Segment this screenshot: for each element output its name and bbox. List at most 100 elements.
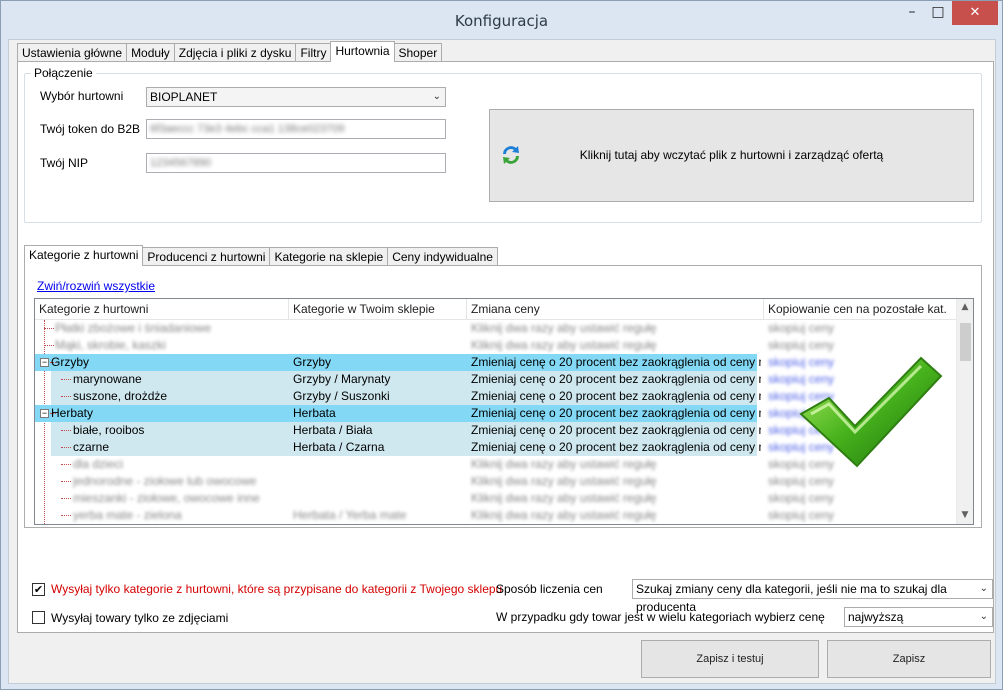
close-button[interactable]: ✕ (952, 1, 998, 25)
cell-shop-category: Grzyby (293, 355, 332, 369)
multi-category-select[interactable]: najwyższą ⌄ (844, 607, 993, 627)
nip-label: Twój NIP (40, 156, 89, 170)
cell-copy-prices[interactable]: skopiuj ceny (768, 490, 953, 507)
scroll-thumb[interactable] (960, 323, 971, 361)
cell-price-rule[interactable]: Zmieniaj cenę o 20 procent bez zaokrągle… (471, 354, 761, 371)
cell-price-rule[interactable]: Kliknij dwa razy aby ustawić regułę (471, 490, 761, 507)
tab-zdjecia[interactable]: Zdjęcia i pliki z dysku (173, 43, 297, 62)
window-title: Konfiguracja (454, 12, 549, 30)
table-row[interactable]: jednorodne - ziołowe lub owocowe Kliknij … (35, 473, 957, 490)
collapse-expand-link[interactable]: Zwiń/rozwiń wszystkie (37, 279, 155, 293)
nip-field[interactable]: 1234567890 (146, 153, 446, 173)
column-header-kopiowanie-cen[interactable]: Kopiowanie cen na pozostałe kat. (764, 299, 957, 320)
cell-shop-category (293, 320, 467, 337)
scroll-down-arrow-icon[interactable]: ▼ (957, 507, 973, 524)
token-value: 6f3aeccc 73e3 4ebc cca1 138ce023709 (150, 123, 345, 135)
tree-connector (61, 498, 71, 499)
scroll-up-arrow-icon[interactable]: ▲ (957, 299, 973, 316)
tab-producenci-z-hurtowni[interactable]: Producenci z hurtowni (142, 247, 271, 266)
cell-shop-category: Grzyby / Suszonki (293, 389, 390, 403)
table-row[interactable]: Mąki, skrobie, kaszki Kliknij dwa razy ab… (35, 337, 957, 354)
hurtownia-tab-page: Połączenie Wybór hurtowni BIOPLANET ⌄ Tw… (17, 61, 994, 633)
cell-price-rule[interactable]: Zmieniaj cenę o 20 procent bez zaokrągle… (471, 371, 761, 388)
collapse-icon[interactable]: − (40, 409, 49, 418)
token-label: Twój token do B2B (40, 122, 141, 136)
cell-price-rule[interactable]: Zmieniaj cenę o 20 procent bez zaokrągle… (471, 439, 761, 456)
chevron-down-icon: ⌄ (979, 583, 988, 594)
cell-copy-prices[interactable]: skopiuj ceny (768, 337, 953, 354)
wholesaler-label: Wybór hurtowni (40, 89, 124, 103)
tab-ustawienia-glowne[interactable]: Ustawienia główne (17, 43, 128, 62)
cell-price-rule[interactable]: Zmieniaj cenę o 20 procent bez zaokrągle… (471, 405, 761, 422)
title-bar: Konfiguracja – □ ✕ (1, 1, 1002, 39)
table-row[interactable]: Płatki zbożowe i śniadaniowe Kliknij dwa … (35, 320, 957, 337)
tab-filtry[interactable]: Filtry (295, 43, 332, 62)
tab-moduly[interactable]: Moduły (126, 43, 175, 62)
column-header-zmiana-ceny[interactable]: Zmiana ceny (467, 299, 764, 320)
maximize-button[interactable]: □ (925, 1, 951, 25)
tab-kategorie-na-sklepie[interactable]: Kategorie na sklepie (269, 247, 389, 266)
cell-hurtownia-category: dla dzieci (73, 457, 124, 471)
save-and-test-button[interactable]: Zapisz i testuj (641, 640, 819, 678)
table-row[interactable]: mieszanki - ziołowe, owocowe inne Kliknij… (35, 490, 957, 507)
tab-hurtownia[interactable]: Hurtownia (330, 41, 395, 62)
only-assigned-checkbox[interactable]: ✔ (32, 583, 45, 596)
cell-hurtownia-category: Herbaty (51, 406, 94, 420)
tree-connector (44, 328, 54, 329)
cell-copy-prices[interactable]: skopiuj ceny (768, 320, 953, 337)
grid-scrollbar[interactable]: ▲ ▼ (956, 299, 973, 524)
cell-copy-prices[interactable]: skopiuj ceny (768, 507, 953, 524)
table-row[interactable]: yerba mate - zielona Herbata / Yerba mate… (35, 507, 957, 524)
only-photos-checkbox[interactable] (32, 611, 45, 624)
tree-connector (61, 447, 71, 448)
multi-category-value: najwyższą (848, 610, 904, 624)
cell-shop-category: Herbata / Biała (293, 423, 373, 437)
cell-price-rule[interactable]: Kliknij dwa razy aby ustawić regułę (471, 473, 761, 490)
cell-hurtownia-category: Płatki zbożowe i śniadaniowe (55, 321, 212, 335)
collapse-icon[interactable]: − (40, 358, 49, 367)
tab-shoper[interactable]: Shoper (393, 43, 443, 62)
column-header-kategorie-z-hurtowni[interactable]: Kategorie z hurtowni (35, 299, 289, 320)
load-file-button-label: Kliknij tutaj aby wczytać plik z hurtown… (579, 148, 884, 162)
cell-hurtownia-category: suszone, drożdże (73, 389, 168, 403)
chevron-down-icon: ⌄ (432, 91, 441, 102)
cell-shop-category (293, 490, 467, 507)
multi-category-label: W przypadku gdy towar jest w wielu kateg… (496, 610, 825, 624)
cell-price-rule[interactable]: Zmieniaj cenę o 20 procent bez zaokrągle… (471, 422, 761, 439)
price-method-select[interactable]: Szukaj zmiany ceny dla kategorii, jeśli … (632, 579, 993, 614)
load-file-button[interactable]: Kliknij tutaj aby wczytać plik z hurtown… (489, 109, 974, 202)
cell-hurtownia-category: Grzyby (51, 355, 90, 369)
cell-shop-category (293, 337, 467, 354)
tree-connector (61, 430, 71, 431)
token-field[interactable]: 6f3aeccc 73e3 4ebc cca1 138ce023709 (146, 119, 446, 139)
minimize-button[interactable]: – (899, 1, 925, 25)
cell-shop-category (293, 473, 467, 490)
categories-grid[interactable]: Kategorie z hurtowni Kategorie w Twoim s… (34, 298, 974, 525)
cell-price-rule[interactable]: Kliknij dwa razy aby ustawić regułę (471, 337, 761, 354)
cell-hurtownia-category: yerba mate - zielona (73, 508, 182, 522)
column-header-kategorie-w-sklepie[interactable]: Kategorie w Twoim sklepie (289, 299, 467, 320)
tree-connector (61, 515, 71, 516)
cell-copy-prices[interactable]: skopiuj ceny (768, 473, 953, 490)
cell-price-rule[interactable]: Kliknij dwa razy aby ustawić regułę (471, 320, 761, 337)
categories-tab-page: Zwiń/rozwiń wszystkie Kategorie z hurtow… (24, 265, 982, 528)
cell-price-rule[interactable]: Kliknij dwa razy aby ustawić regułę (471, 507, 761, 524)
client-area: Ustawienia główne Moduły Zdjęcia i pliki… (8, 39, 996, 684)
wholesaler-select[interactable]: BIOPLANET ⌄ (146, 87, 446, 107)
nip-value: 1234567890 (150, 157, 212, 169)
cell-shop-category: Herbata / Czarna (293, 440, 385, 454)
cell-price-rule[interactable]: Kliknij dwa razy aby ustawić regułę (471, 456, 761, 473)
connection-group-title: Połączenie (31, 66, 96, 80)
inner-tabs: Kategorie z hurtowni Producenci z hurtow… (24, 245, 498, 266)
tab-kategorie-z-hurtowni[interactable]: Kategorie z hurtowni (24, 245, 144, 266)
tree-connector (61, 379, 71, 380)
cell-price-rule[interactable]: Zmieniaj cenę o 20 procent bez zaokrągle… (471, 388, 761, 405)
grid-header: Kategorie z hurtowni Kategorie w Twoim s… (35, 299, 957, 320)
cell-hurtownia-category: Mąki, skrobie, kaszki (55, 338, 166, 352)
cell-hurtownia-category: marynowane (73, 372, 142, 386)
cell-shop-category: Herbata / Yerba mate (293, 508, 407, 522)
only-photos-label: Wysyłaj towary tylko ze zdjęciami (51, 611, 229, 625)
save-button[interactable]: Zapisz (827, 640, 991, 678)
main-tabs: Ustawienia główne Moduły Zdjęcia i pliki… (17, 41, 443, 62)
tab-ceny-indywidualne[interactable]: Ceny indywidualne (387, 247, 498, 266)
